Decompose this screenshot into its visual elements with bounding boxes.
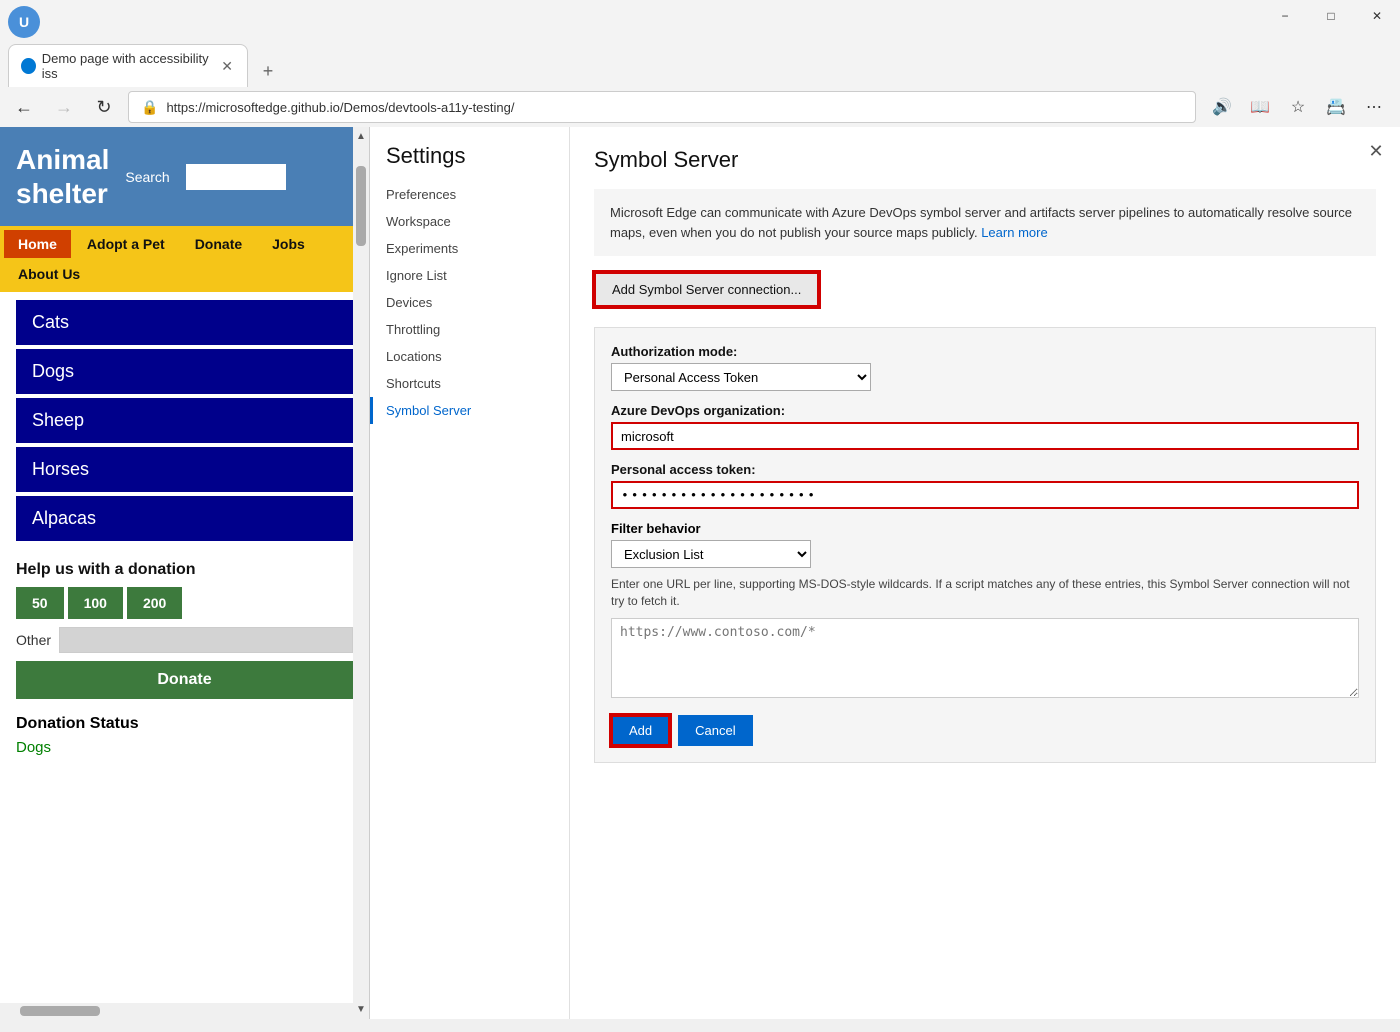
pat-input[interactable] [611,481,1359,509]
azure-org-group: Azure DevOps organization: [611,403,1359,450]
donation-title: Help us with a donation [16,561,353,579]
learn-more-link[interactable]: Learn more [981,225,1047,240]
cancel-button[interactable]: Cancel [678,715,752,746]
maximize-button[interactable]: □ [1308,0,1354,32]
refresh-button[interactable]: ↻ [88,91,120,123]
animal-sheep[interactable]: Sheep [16,398,353,443]
scroll-up-arrow[interactable]: ▲ [352,127,370,146]
panel-close-button[interactable]: ✕ [1364,139,1388,163]
nav-jobs-button[interactable]: Jobs [258,230,319,258]
settings-item-devices[interactable]: Devices [370,289,569,316]
settings-item-throttling[interactable]: Throttling [370,316,569,343]
donation-status-title: Donation Status [16,715,353,733]
profile-avatar[interactable]: U [8,6,40,38]
auth-mode-label: Authorization mode: [611,344,1359,359]
toolbar-right: 🔊 📖 ☆ 📇 ⋯ [1204,91,1392,123]
close-button[interactable]: ✕ [1354,0,1400,32]
pat-label: Personal access token: [611,462,1359,477]
address-bar[interactable]: 🔒 https://microsoftedge.github.io/Demos/… [128,91,1196,123]
donation-amounts: 50 100 200 [16,587,353,619]
favorites-button[interactable]: ☆ [1280,91,1316,123]
amount-50-button[interactable]: 50 [16,587,64,619]
search-input[interactable] [186,164,286,190]
form-actions: Add Cancel [611,715,1359,746]
vertical-scrollbar[interactable]: ▲ ▼ [353,127,369,1019]
back-button[interactable]: ← [8,91,40,123]
auth-mode-select[interactable]: Personal Access Token OAuth [611,363,871,391]
site-logo: Animal shelter [16,143,109,210]
address-bar-row: ← → ↻ 🔒 https://microsoftedge.github.io/… [0,87,1400,127]
animals-list: Cats Dogs Sheep Horses Alpacas [0,292,369,553]
browser-chrome: U − □ ✕ Demo page with accessibility iss… [0,0,1400,127]
settings-item-shortcuts[interactable]: Shortcuts [370,370,569,397]
site-nav: Home Adopt a Pet Donate Jobs About Us [0,226,369,292]
animal-horses[interactable]: Horses [16,447,353,492]
settings-item-ignore-list[interactable]: Ignore List [370,262,569,289]
collections-button[interactable]: 📇 [1318,91,1354,123]
donate-button[interactable]: Donate [16,661,353,699]
symbol-server-content: ✕ Symbol Server Microsoft Edge can commu… [570,127,1400,1019]
azure-org-label: Azure DevOps organization: [611,403,1359,418]
donation-status: Donation Status Dogs [0,707,369,764]
donation-section: Help us with a donation 50 100 200 Other… [0,553,369,707]
nav-adopt-button[interactable]: Adopt a Pet [73,230,179,258]
tab-close-button[interactable]: ✕ [219,58,235,75]
settings-item-locations[interactable]: Locations [370,343,569,370]
other-label: Other [16,632,51,648]
filter-section: Filter behavior Exclusion List Inclusion… [611,521,1359,703]
horizontal-scrollbar[interactable] [0,1003,353,1019]
new-tab-button[interactable]: + [252,55,284,87]
scroll-down-arrow[interactable]: ▼ [352,1000,370,1019]
settings-item-symbol-server[interactable]: Symbol Server [370,397,569,424]
tabs-row: Demo page with accessibility iss ✕ + [0,44,1400,87]
tab-favicon [21,58,36,74]
settings-title: Settings [370,143,569,181]
other-input-row: Other [16,627,353,653]
tab-title: Demo page with accessibility iss [42,51,214,81]
forward-button: → [48,91,80,123]
animal-alpacas[interactable]: Alpacas [16,496,353,541]
read-aloud-button[interactable]: 🔊 [1204,91,1240,123]
amount-200-button[interactable]: 200 [127,587,182,619]
symbol-server-title: Symbol Server [594,147,1376,173]
filter-textarea[interactable] [611,618,1359,698]
add-button[interactable]: Add [611,715,670,746]
symbol-server-info: Microsoft Edge can communicate with Azur… [594,189,1376,256]
azure-org-input[interactable] [611,422,1359,450]
nav-about-button[interactable]: About Us [4,260,94,288]
website-panel: Animal shelter Search Home Adopt a Pet D… [0,127,370,1019]
settings-sidebar: Settings Preferences Workspace Experimen… [370,127,570,1019]
immersive-reader-button[interactable]: 📖 [1242,91,1278,123]
more-button[interactable]: ⋯ [1356,91,1392,123]
animal-dogs[interactable]: Dogs [16,349,353,394]
browser-content: Animal shelter Search Home Adopt a Pet D… [0,127,1400,1019]
filter-help-text: Enter one URL per line, supporting MS-DO… [611,576,1359,610]
filter-select[interactable]: Exclusion List Inclusion List [611,540,811,568]
nav-donate-button[interactable]: Donate [181,230,256,258]
settings-item-preferences[interactable]: Preferences [370,181,569,208]
devtools-inner: Settings Preferences Workspace Experimen… [370,127,1400,1019]
donation-status-dogs: Dogs [16,739,353,756]
other-amount-input[interactable] [59,627,353,653]
browser-tab[interactable]: Demo page with accessibility iss ✕ [8,44,248,87]
address-text: https://microsoftedge.github.io/Demos/de… [166,100,514,115]
title-bar: U − □ ✕ [0,0,1400,44]
animal-cats[interactable]: Cats [16,300,353,345]
settings-item-workspace[interactable]: Workspace [370,208,569,235]
search-label: Search [125,169,169,185]
pat-group: Personal access token: [611,462,1359,509]
devtools-panel: Settings Preferences Workspace Experimen… [370,127,1400,1019]
filter-label: Filter behavior [611,521,1359,536]
settings-item-experiments[interactable]: Experiments [370,235,569,262]
auth-mode-group: Authorization mode: Personal Access Toke… [611,344,1359,391]
amount-100-button[interactable]: 100 [68,587,123,619]
scroll-thumb[interactable] [356,166,366,246]
nav-home-button[interactable]: Home [4,230,71,258]
hscroll-thumb[interactable] [20,1006,100,1016]
site-header: Animal shelter Search [0,127,369,226]
connection-form: Authorization mode: Personal Access Toke… [594,327,1376,763]
add-connection-button[interactable]: Add Symbol Server connection... [594,272,819,307]
minimize-button[interactable]: − [1262,0,1308,32]
